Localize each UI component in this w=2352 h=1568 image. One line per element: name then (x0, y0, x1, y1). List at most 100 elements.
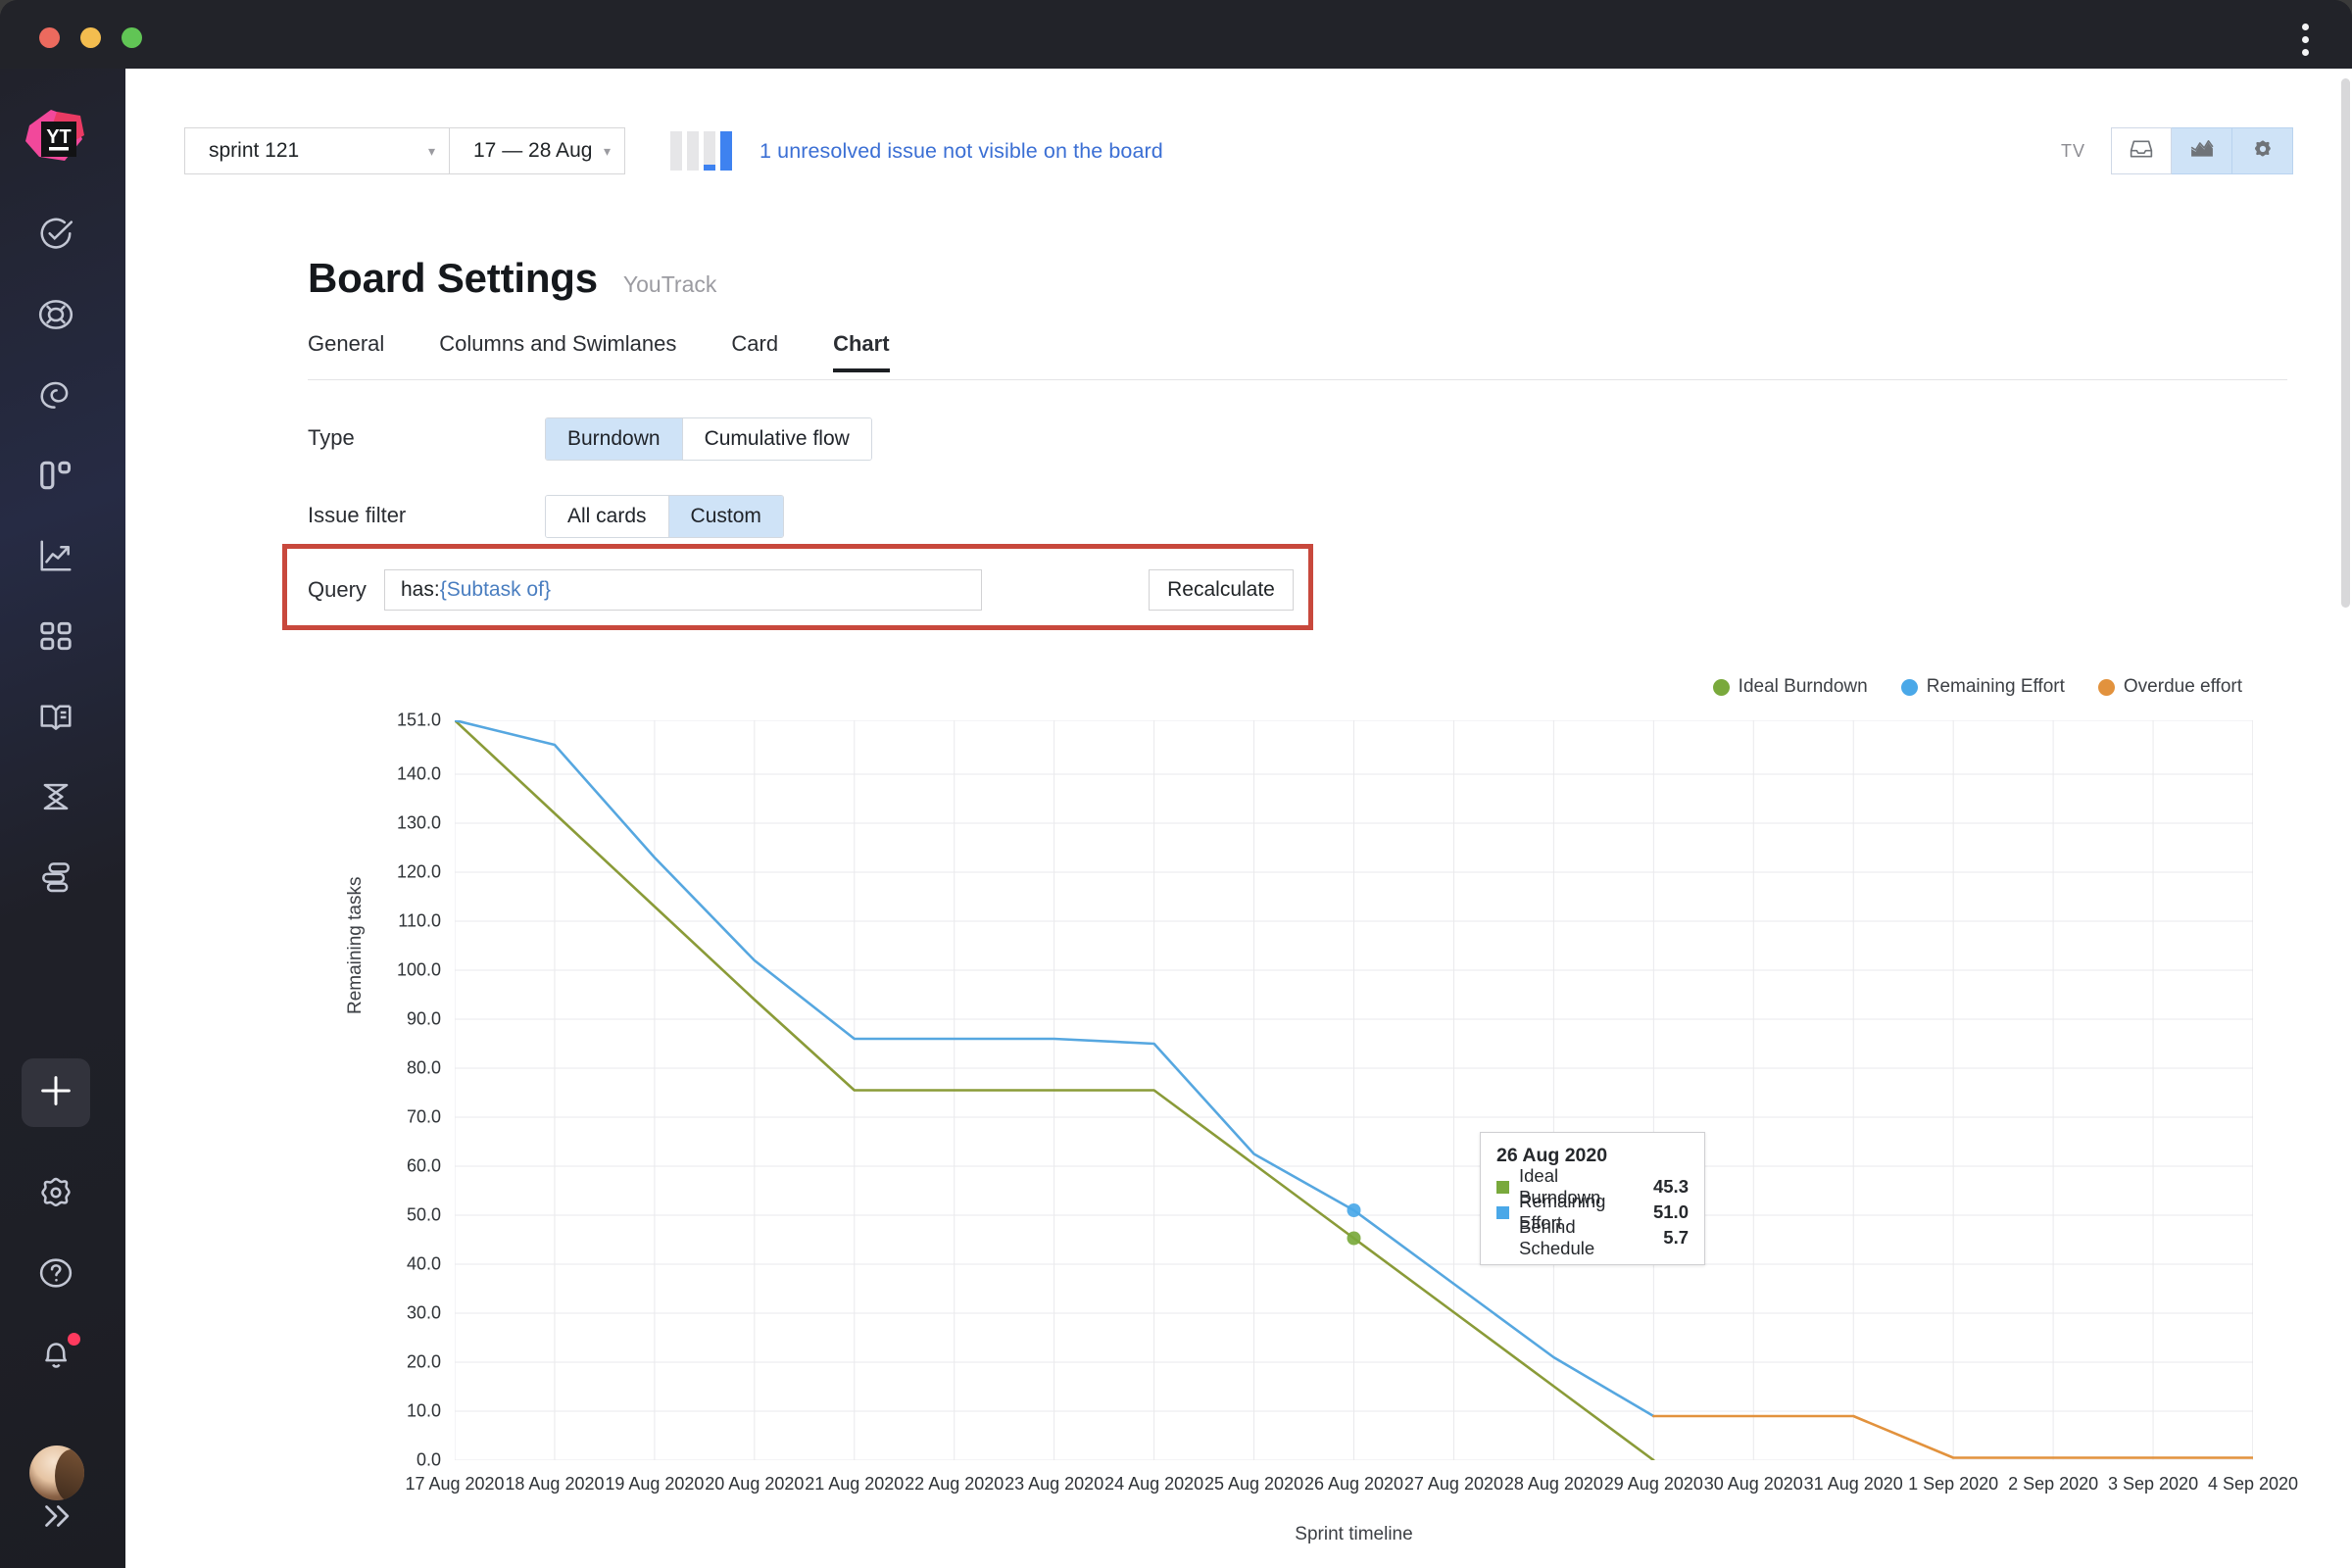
youtrack-logo-icon[interactable]: YT (22, 106, 90, 174)
tabs-divider (308, 379, 2287, 380)
x-axis-tick: 4 Sep 2020 (2207, 1474, 2299, 1494)
x-axis-label: Sprint timeline (1295, 1524, 1413, 1544)
layers-icon (37, 858, 74, 901)
y-axis-tick: 90.0 (406, 1008, 441, 1029)
y-axis-tick: 20.0 (406, 1351, 441, 1372)
sidebar-item-reports[interactable] (25, 367, 86, 427)
sidebar-item-workflows[interactable] (25, 849, 86, 909)
tooltip-date: 26 Aug 2020 (1496, 1145, 1608, 1166)
x-axis-tick: 3 Sep 2020 (2108, 1474, 2199, 1494)
tooltip-value: 45.3 (1652, 1176, 1689, 1197)
legend-item-remaining-effort[interactable]: Remaining Effort (1900, 676, 2065, 698)
tooltip-swatch-icon (1496, 1205, 1509, 1219)
y-axis-tick: 140.0 (396, 763, 441, 784)
board-toolbar: sprint 121 ▾ 17 — 28 Aug ▾ 1 unresolved … (184, 127, 1163, 174)
close-window-button[interactable] (39, 27, 60, 48)
sidebar-item-boards[interactable] (25, 447, 86, 508)
x-axis-tick: 23 Aug 2020 (1004, 1474, 1104, 1494)
tooltip-row: Behind Schedule 5.7 (1496, 1216, 1689, 1258)
tooltip-value: 5.7 (1663, 1227, 1689, 1248)
legend-item-ideal-burndown[interactable]: Ideal Burndown (1712, 676, 1868, 698)
check-circle-icon (37, 216, 74, 258)
legend-swatch-icon (2097, 678, 2115, 696)
sidebar-item-agile[interactable] (25, 286, 86, 347)
chart-svg (455, 720, 2253, 1460)
page-subtitle: YouTrack (622, 271, 717, 297)
tab-chart[interactable]: Chart (833, 331, 890, 372)
archive-button[interactable] (2111, 127, 2172, 174)
vertical-scrollbar[interactable] (2341, 78, 2350, 608)
question-circle-icon (37, 1254, 74, 1297)
chart-legend: Ideal Burndown Remaining Effort Overdue … (1712, 676, 2242, 698)
x-axis-tick: 25 Aug 2020 (1203, 1474, 1304, 1494)
plus-icon (36, 1071, 75, 1115)
sidebar-item-knowledge[interactable] (25, 688, 86, 749)
y-axis-tick: 0.0 (416, 1449, 441, 1470)
x-axis-tick: 26 Aug 2020 (1303, 1474, 1404, 1494)
query-token: {Subtask of} (439, 578, 551, 601)
y-axis-label: Remaining tasks (345, 876, 366, 1014)
sidebar-item-notifications[interactable] (25, 1325, 86, 1386)
type-option-burndown[interactable]: Burndown (546, 418, 682, 460)
query-label: Query (308, 577, 367, 602)
sidebar-item-dashboard[interactable] (25, 608, 86, 668)
tab-columns-and-swimlanes[interactable]: Columns and Swimlanes (439, 331, 676, 372)
tab-general[interactable]: General (308, 331, 384, 372)
y-axis-tick: 30.0 (406, 1302, 441, 1323)
chart-button[interactable] (2172, 127, 2232, 174)
x-axis-tick: 2 Sep 2020 (2008, 1474, 2099, 1494)
settings-button[interactable] (2232, 127, 2293, 174)
page-heading: Board Settings YouTrack (308, 255, 716, 302)
sprint-progress-bars[interactable] (670, 131, 732, 171)
book-open-icon (37, 698, 74, 740)
spiral-icon (37, 376, 74, 418)
sidebar-item-timesheet[interactable] (25, 768, 86, 829)
kebab-menu-icon[interactable] (2287, 18, 2323, 61)
y-axis-tick: 40.0 (406, 1253, 441, 1274)
chart-tooltip: 26 Aug 2020 Ideal Burndown 45.3 Remainin… (1480, 1132, 1705, 1265)
trend-up-icon (37, 537, 74, 579)
page-title: Board Settings (308, 255, 598, 301)
zoom-window-button[interactable] (122, 27, 142, 48)
sprint-select-value: sprint 121 (209, 139, 300, 162)
create-button[interactable] (22, 1058, 90, 1127)
settings-tabs: General Columns and Swimlanes Card Chart (308, 331, 945, 372)
x-axis-tick: 30 Aug 2020 (1703, 1474, 1803, 1494)
gear-icon (2249, 137, 2277, 166)
query-prefix: has: (401, 578, 440, 601)
type-option-cumulative-flow[interactable]: Cumulative flow (681, 418, 871, 460)
board-view-toolbar: TV (2061, 127, 2293, 174)
date-range-select[interactable]: 17 — 28 Aug ▾ (449, 127, 625, 174)
sidebar-item-issues[interactable] (25, 206, 86, 267)
legend-label: Overdue effort (2123, 676, 2242, 697)
chevron-double-right-icon (37, 1497, 74, 1540)
sidebar-item-help[interactable] (25, 1245, 86, 1305)
inbox-icon (2128, 137, 2155, 166)
chevron-down-icon: ▾ (603, 142, 611, 159)
x-axis-tick: 28 Aug 2020 (1503, 1474, 1603, 1494)
recalculate-button[interactable]: Recalculate (1149, 569, 1294, 611)
legend-item-overdue-effort[interactable]: Overdue effort (2097, 676, 2242, 698)
query-input[interactable]: has: {Subtask of} (384, 569, 982, 611)
y-axis-tick: 70.0 (406, 1106, 441, 1127)
chart-plot-area: Remaining tasks Sprint timeline 0.0 10.0 2… (345, 710, 2298, 1545)
y-axis-tick: 10.0 (406, 1400, 441, 1421)
unresolved-issue-banner[interactable]: 1 unresolved issue not visible on the bo… (760, 139, 1163, 164)
sidebar-item-analytics[interactable] (25, 527, 86, 588)
issue-filter-option-custom[interactable]: Custom (667, 496, 783, 537)
type-segmented-control: Burndown Cumulative flow (545, 417, 872, 461)
tab-card[interactable]: Card (731, 331, 778, 372)
x-axis-tick: 31 Aug 2020 (1803, 1474, 1903, 1494)
tooltip-swatch-icon (1496, 1180, 1509, 1194)
sprint-select[interactable]: sprint 121 ▾ (184, 127, 449, 174)
expand-sidebar-button[interactable] (25, 1488, 86, 1548)
board-columns-icon (37, 457, 74, 499)
tooltip-label: Behind Schedule (1519, 1216, 1595, 1258)
sidebar-item-settings[interactable] (25, 1164, 86, 1225)
tv-mode-label[interactable]: TV (2061, 141, 2085, 162)
legend-label: Remaining Effort (1926, 676, 2065, 697)
app-window: YT sprint 121 ▾ 17 — 28 Aug ▾ 1 unresolv… (0, 0, 2352, 1568)
minimize-window-button[interactable] (80, 27, 101, 48)
issue-filter-option-all-cards[interactable]: All cards (546, 496, 668, 537)
svg-text:YT: YT (46, 126, 72, 148)
